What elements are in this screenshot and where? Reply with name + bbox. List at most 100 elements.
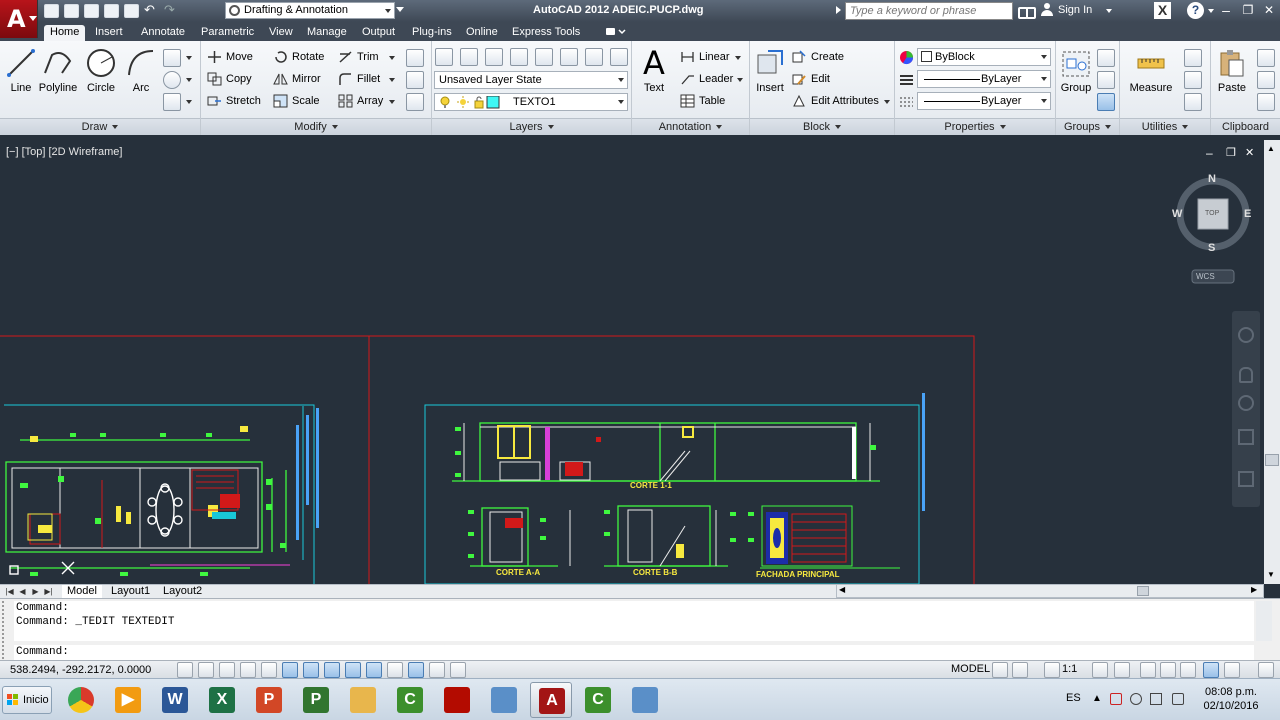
object-snap-tracking-icon[interactable] bbox=[324, 662, 340, 678]
taskbar-app-explorer[interactable] bbox=[342, 682, 384, 718]
navigation-bar[interactable] bbox=[1232, 311, 1260, 507]
layer-freeze-icon[interactable] bbox=[510, 48, 528, 66]
match-properties-icon[interactable] bbox=[1257, 93, 1275, 111]
tab-output[interactable]: Output bbox=[356, 25, 401, 41]
dynamic-input-icon[interactable] bbox=[366, 662, 382, 678]
dynamic-ucs-icon[interactable] bbox=[345, 662, 361, 678]
group-edit-icon[interactable] bbox=[1097, 71, 1115, 89]
showmotion-icon[interactable] bbox=[1238, 471, 1254, 487]
command-grip[interactable] bbox=[2, 601, 10, 659]
exchange-icon[interactable]: X bbox=[1154, 2, 1171, 19]
annotation-panel-title[interactable]: Annotation bbox=[632, 118, 749, 135]
tab-express-tools[interactable]: Express Tools bbox=[506, 25, 586, 41]
chevron-down-icon[interactable] bbox=[186, 56, 192, 60]
restore-button[interactable]: ❐ bbox=[1238, 1, 1258, 19]
lock-ui-icon[interactable] bbox=[1160, 662, 1176, 678]
model-space-button[interactable]: MODEL bbox=[951, 663, 990, 675]
clean-screen-icon[interactable] bbox=[1258, 662, 1274, 678]
command-scrollbar[interactable] bbox=[1256, 601, 1272, 641]
layer-off-icon[interactable] bbox=[535, 48, 553, 66]
select-all-icon[interactable] bbox=[1184, 71, 1202, 89]
ungroup-icon[interactable] bbox=[1097, 49, 1115, 67]
copy-clip-icon[interactable] bbox=[1257, 71, 1275, 89]
table-tool[interactable]: Table bbox=[680, 92, 725, 110]
selection-cycling-icon[interactable] bbox=[450, 662, 466, 678]
group-selection-icon[interactable] bbox=[1097, 93, 1115, 111]
drawing-close-button[interactable]: ✕ bbox=[1245, 146, 1254, 159]
leader-tool[interactable]: Leader bbox=[680, 70, 733, 88]
qat-more-icon[interactable] bbox=[396, 7, 404, 12]
move-tool[interactable]: Move bbox=[207, 48, 253, 66]
chevron-down-icon[interactable] bbox=[186, 100, 192, 104]
fillet-tool[interactable]: Fillet bbox=[338, 70, 380, 88]
lineweight-icon[interactable] bbox=[899, 73, 914, 87]
linetype-icon[interactable] bbox=[899, 95, 914, 109]
scroll-right-icon[interactable]: ▶ bbox=[1251, 585, 1257, 594]
layer-state-select[interactable]: Unsaved Layer State bbox=[434, 71, 628, 89]
tab-plug-ins[interactable]: Plug-ins bbox=[406, 25, 458, 41]
auto-scale-icon[interactable] bbox=[1114, 662, 1130, 678]
command-input[interactable]: Command: bbox=[14, 645, 1254, 660]
horizontal-scrollbar[interactable]: ◀ ▶ bbox=[836, 584, 1264, 598]
mirror-tool[interactable]: Mirror bbox=[273, 70, 321, 88]
layer-properties-icon[interactable] bbox=[435, 48, 453, 66]
paste-tool[interactable]: Paste bbox=[1212, 47, 1252, 94]
orbit-icon[interactable] bbox=[1238, 429, 1254, 445]
tab-online[interactable]: Online bbox=[460, 25, 504, 41]
group-tool[interactable]: Group bbox=[1056, 47, 1096, 94]
taskbar-app-acrobat[interactable] bbox=[436, 682, 478, 718]
lineweight-display-icon[interactable] bbox=[387, 662, 403, 678]
scroll-down-icon[interactable]: ▼ bbox=[1267, 570, 1275, 579]
utilities-panel-title[interactable]: Utilities bbox=[1120, 118, 1210, 135]
action-center-icon[interactable] bbox=[1110, 693, 1122, 705]
tab-parametric[interactable]: Parametric bbox=[195, 25, 260, 41]
chevron-down-icon[interactable] bbox=[735, 56, 741, 60]
transparency-icon[interactable] bbox=[408, 662, 424, 678]
annotation-scale-icon[interactable] bbox=[1044, 662, 1060, 678]
steering-wheel-icon[interactable] bbox=[1238, 327, 1254, 343]
battery-icon[interactable] bbox=[1172, 693, 1184, 705]
infer-constraints-icon[interactable] bbox=[177, 662, 193, 678]
layer-select[interactable]: TEXTO1 bbox=[434, 93, 628, 111]
taskbar-app-media-player[interactable]: ▶ bbox=[107, 682, 149, 718]
taskbar-app-excel[interactable]: X bbox=[201, 682, 243, 718]
circle-tool[interactable]: Circle bbox=[81, 47, 121, 94]
taskbar-app-autocad[interactable]: A bbox=[530, 682, 572, 718]
next-layout-icon[interactable]: ▶ bbox=[30, 586, 41, 597]
redo-icon[interactable]: ↷ bbox=[164, 3, 179, 18]
stretch-tool[interactable]: Stretch bbox=[207, 92, 261, 110]
zoom-icon[interactable] bbox=[1238, 395, 1254, 411]
explode-icon[interactable] bbox=[406, 71, 424, 89]
tray-expand-icon[interactable]: ▲ bbox=[1092, 693, 1104, 705]
array-tool[interactable]: Array bbox=[338, 92, 383, 110]
hatch-icon[interactable] bbox=[163, 93, 181, 111]
undo-icon[interactable]: ↶ bbox=[144, 3, 159, 18]
sign-in-dropdown-icon[interactable] bbox=[1106, 9, 1112, 13]
groups-panel-title[interactable]: Groups bbox=[1056, 118, 1119, 135]
tab-annotate[interactable]: Annotate bbox=[135, 25, 191, 41]
edit-attributes-tool[interactable]: Edit Attributes bbox=[792, 92, 879, 110]
ribbon-minimize-icon[interactable] bbox=[604, 25, 632, 38]
scroll-thumb[interactable] bbox=[1265, 454, 1279, 466]
taskbar-app-camtasia[interactable]: C bbox=[389, 682, 431, 718]
taskbar-app-powerpoint[interactable]: P bbox=[248, 682, 290, 718]
workspace-select[interactable]: Drafting & Annotation bbox=[225, 2, 395, 19]
layer-isolate-icon[interactable] bbox=[460, 48, 478, 66]
linear-dimension-tool[interactable]: Linear bbox=[680, 48, 730, 66]
scroll-left-icon[interactable]: ◀ bbox=[839, 585, 845, 594]
help-icon[interactable]: ? bbox=[1187, 2, 1204, 19]
save-as-icon[interactable] bbox=[104, 4, 119, 18]
layers-panel-title[interactable]: Layers bbox=[432, 118, 631, 135]
drawing-canvas[interactable]: [−] [Top] [2D Wireframe] – ❐ ✕ N S E W T… bbox=[0, 140, 1262, 584]
ortho-mode-icon[interactable] bbox=[240, 662, 256, 678]
tab-view[interactable]: View bbox=[263, 25, 299, 41]
open-file-icon[interactable] bbox=[64, 4, 79, 18]
grid-display-icon[interactable] bbox=[219, 662, 235, 678]
help-dropdown-icon[interactable] bbox=[1208, 9, 1214, 13]
pan-icon[interactable] bbox=[1239, 367, 1253, 383]
erase-icon[interactable] bbox=[406, 49, 424, 67]
viewcube-east[interactable]: E bbox=[1244, 208, 1251, 220]
quickcalc-icon[interactable] bbox=[1184, 93, 1202, 111]
sign-in-button[interactable]: Sign In bbox=[1058, 4, 1092, 16]
text-tool[interactable]: A Text bbox=[634, 47, 674, 94]
